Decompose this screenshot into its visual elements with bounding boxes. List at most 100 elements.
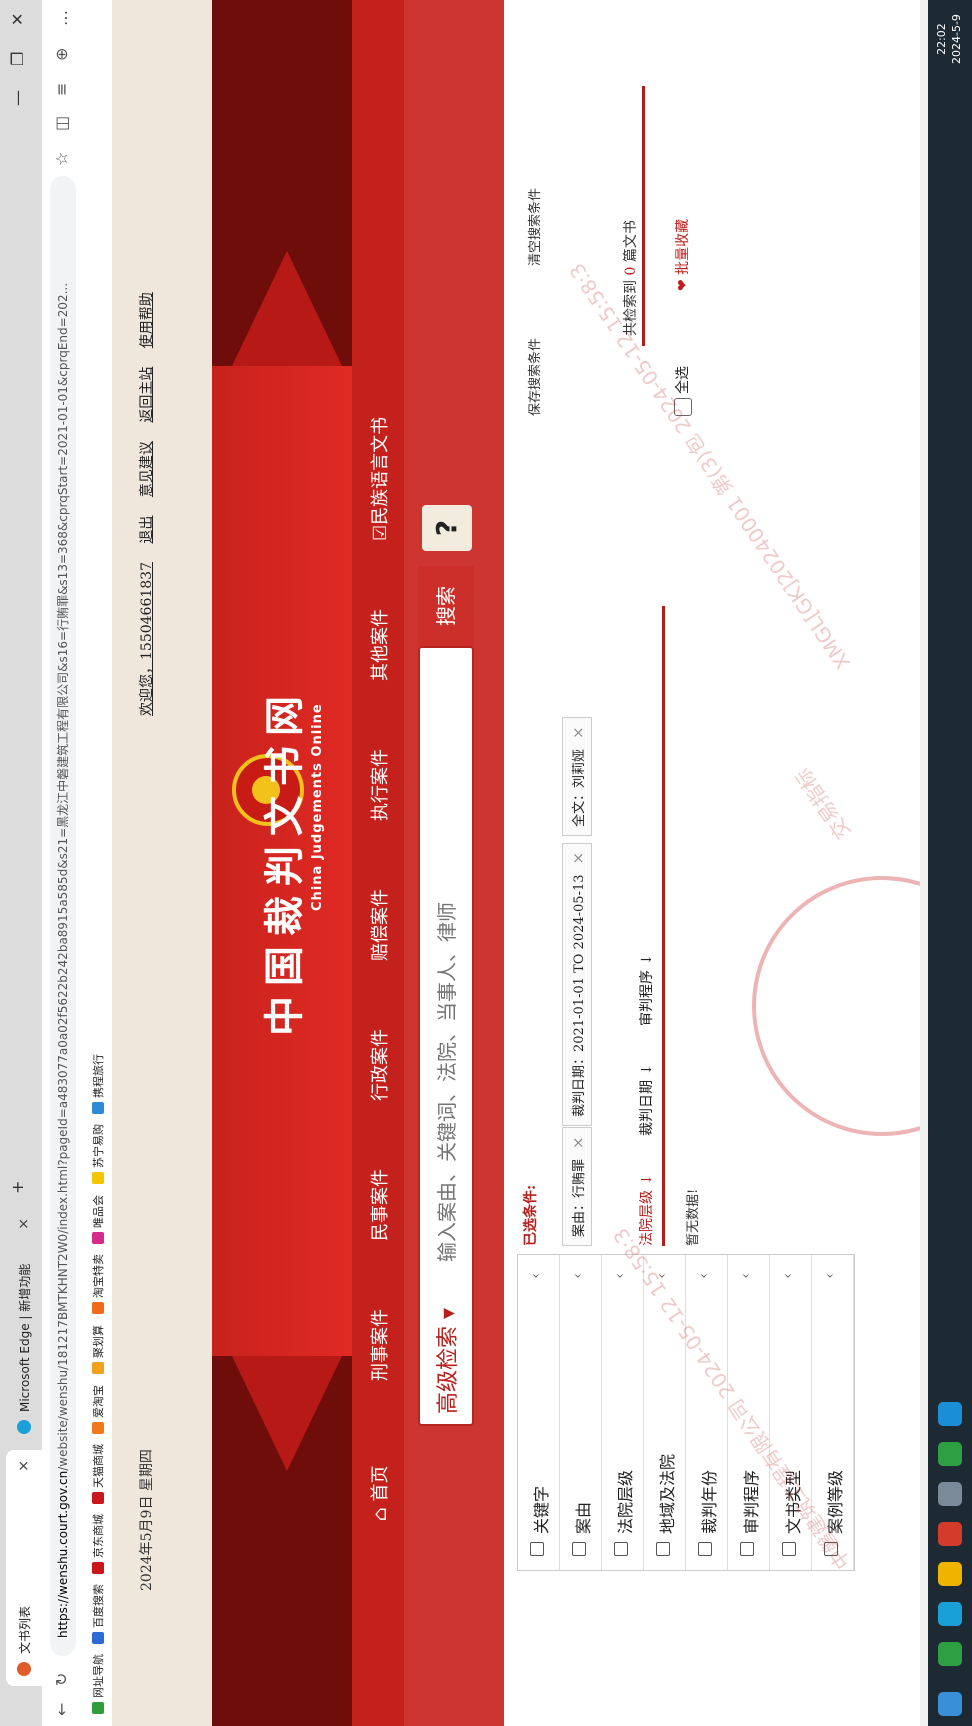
close-icon[interactable]: × — [16, 1460, 32, 1472]
clock[interactable]: 22:02 2024-5-9 — [934, 14, 964, 64]
bookmark-icon — [92, 1302, 104, 1314]
web-page: 2024年5月9日 星期四 欢迎您，15504661837 退出 意见建议 返回… — [112, 0, 928, 1726]
chevron-icon: ‹ — [696, 1273, 712, 1279]
tool-icon[interactable] — [938, 1482, 962, 1506]
search-box: 高级检索 ▾ — [418, 646, 474, 1426]
address-bar: ← ↻ https://wenshu.court.gov.cn/website/… — [42, 0, 83, 1726]
save-conditions-link[interactable]: 保存搜索条件 — [524, 338, 543, 416]
sort-bar: 法院层级 ↓ 裁判日期 ↓ 审判程序 ↓ — [632, 606, 665, 1246]
favorites-icon[interactable]: ≡ — [52, 83, 71, 96]
heart-icon: ❤ — [675, 274, 691, 291]
screen: 文书列表 × Microsoft Edge | 新增功能 × + — ❐ ✕ ←… — [0, 0, 972, 1726]
search-input[interactable] — [428, 840, 466, 1264]
clock-date: 2024-5-9 — [950, 14, 963, 64]
nav-other[interactable]: 其他案件 — [366, 609, 392, 681]
edge-icon — [17, 1420, 31, 1434]
scales-icon — [614, 1542, 628, 1556]
url-field[interactable]: https://wenshu.court.gov.cn/website/wens… — [50, 176, 76, 1656]
help-link[interactable]: 使用帮助 — [139, 292, 155, 348]
more-icon[interactable]: … — [52, 10, 71, 26]
minimize-icon[interactable]: — — [8, 90, 27, 106]
collections-icon[interactable]: ⊕ — [52, 48, 71, 61]
empty-result-text: 暂无数据! — [686, 1188, 701, 1246]
bookmark-item[interactable]: 聚划算 — [90, 1325, 106, 1374]
checkbox-icon: ☑ — [370, 524, 391, 541]
nav-enforcement[interactable]: 执行案件 — [366, 749, 392, 821]
bookmark-item[interactable]: 唯品会 — [90, 1195, 106, 1244]
back-icon[interactable]: ← — [52, 1703, 71, 1716]
filter-court-level[interactable]: 法院层级 ‹ — [602, 1255, 644, 1570]
bookmark-item[interactable]: 网址导航 — [90, 1654, 106, 1714]
split-screen-icon[interactable]: ◫ — [52, 116, 71, 131]
bookmark-item[interactable]: 京东商城 — [90, 1514, 106, 1574]
feedback-link[interactable]: 意见建议 — [139, 441, 155, 497]
sort-court-level[interactable]: 法院层级 ↓ — [636, 1174, 656, 1246]
document-icon — [530, 1542, 544, 1556]
nav-compensation[interactable]: 赔偿案件 — [366, 889, 392, 961]
tab-edge-new[interactable]: Microsoft Edge | 新增功能 × — [6, 1208, 42, 1444]
advanced-search-toggle[interactable]: 高级检索 ▾ — [430, 1308, 462, 1414]
calendar-icon — [698, 1542, 712, 1556]
edge-icon[interactable] — [938, 1402, 962, 1426]
close-icon[interactable]: × — [16, 1218, 32, 1230]
bookmark-icon — [92, 1562, 104, 1574]
url-host: https://wenshu.court.gov.cn — [56, 1470, 70, 1638]
bookmark-item[interactable]: 携程旅行 — [90, 1054, 106, 1114]
window-close-icon[interactable]: ✕ — [8, 13, 27, 26]
nav-criminal[interactable]: 刑事案件 — [366, 1309, 392, 1381]
bookmark-item[interactable]: 天猫商城 — [90, 1444, 106, 1504]
favorite-star-icon[interactable]: ☆ — [52, 152, 71, 166]
remove-icon[interactable]: × — [569, 852, 587, 865]
nav-civil[interactable]: 民事案件 — [366, 1169, 392, 1241]
home-site-link[interactable]: 返回主站 — [139, 367, 155, 423]
clear-conditions-link[interactable]: 清空搜索条件 — [524, 188, 543, 266]
restore-icon[interactable]: ❐ — [8, 52, 27, 66]
main-nav: ⌂ 首页 刑事案件 民事案件 行政案件 赔偿案件 执行案件 其他案件 ☑民族语言… — [352, 0, 404, 1726]
watermark-text: XMGL[GK]20240001 第(3)包 2024-05-12 15:58:… — [564, 258, 856, 674]
folder-icon[interactable] — [938, 1562, 962, 1586]
ribbon-left-tail — [232, 1356, 342, 1471]
bookmark-item[interactable]: 爱淘宝 — [90, 1385, 106, 1434]
result-divider — [642, 86, 645, 346]
ie-icon[interactable] — [938, 1602, 962, 1626]
filter-keyword[interactable]: 关键字 ‹ — [518, 1255, 560, 1570]
bookmark-item[interactable]: 百度搜索 — [90, 1584, 106, 1644]
current-date: 2024年5月9日 星期四 — [139, 1449, 155, 1591]
bookmark-icon — [92, 1362, 104, 1374]
tab-title: Microsoft Edge | 新增功能 — [17, 1263, 32, 1412]
welcome-user-link[interactable]: 欢迎您，15504661837 — [139, 562, 155, 716]
app-icon[interactable] — [938, 1442, 962, 1466]
bookmark-item[interactable]: 苏宁易购 — [90, 1124, 106, 1184]
watermark-text: 交易指标 — [790, 764, 856, 844]
search-button[interactable]: 搜索 — [418, 566, 474, 646]
nav-home[interactable]: ⌂ 首页 — [366, 1466, 392, 1521]
site-title: 中国裁判文书网 — [262, 686, 308, 1036]
chevron-icon: ‹ — [612, 1273, 628, 1279]
user-links: 欢迎您，15504661837 退出 意见建议 返回主站 使用帮助 — [136, 278, 156, 716]
remove-icon[interactable]: × — [569, 1136, 587, 1149]
nav-administrative[interactable]: 行政案件 — [366, 1029, 392, 1101]
chevron-icon: ‹ — [780, 1273, 796, 1279]
wps-icon[interactable] — [938, 1522, 962, 1546]
batch-favorite-button[interactable]: ❤ 批量收藏 — [672, 219, 692, 291]
folder-icon — [782, 1542, 796, 1556]
nav-ethnic-language[interactable]: ☑民族语言文书 — [366, 417, 392, 541]
app-icon[interactable] — [938, 1642, 962, 1666]
sort-judgment-date[interactable]: 裁判日期 ↓ — [636, 1064, 656, 1136]
start-icon[interactable] — [938, 1692, 962, 1716]
top-strip — [112, 0, 212, 1726]
tab-document-list[interactable]: 文书列表 × — [6, 1450, 42, 1686]
condition-chip: 裁判日期：2021-01-01 TO 2024-05-13× — [562, 842, 592, 1126]
logout-link[interactable]: 退出 — [139, 516, 155, 544]
horizontal-scrollbar[interactable] — [920, 0, 928, 1726]
site-subtitle: China Judgements Online — [310, 703, 325, 911]
chevron-icon: ‹ — [528, 1273, 544, 1279]
remove-icon[interactable]: × — [569, 726, 587, 739]
search-help-button[interactable]: ? — [422, 505, 472, 551]
refresh-icon[interactable]: ↻ — [52, 1673, 71, 1686]
filter-cause[interactable]: 案由 ‹ — [560, 1255, 602, 1570]
new-tab-button[interactable]: + — [8, 1181, 27, 1194]
sort-procedure[interactable]: 审判程序 ↓ — [636, 954, 656, 1026]
chevron-icon: ‹ — [570, 1273, 586, 1279]
bookmark-item[interactable]: 淘宝特卖 — [90, 1254, 106, 1314]
